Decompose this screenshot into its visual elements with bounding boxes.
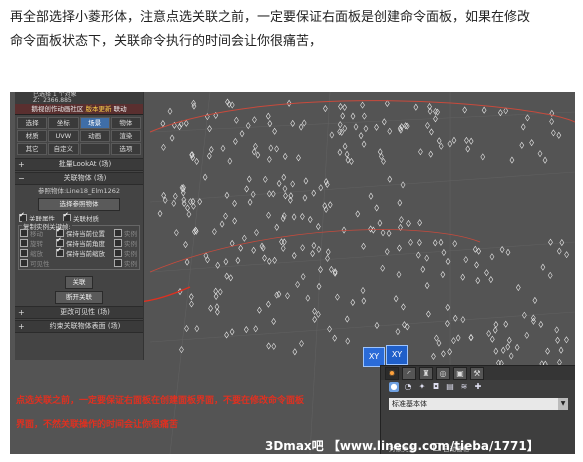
keep-angle-label: 保持当前角度	[66, 240, 105, 248]
keep-scale-checkbox[interactable]	[56, 246, 64, 257]
hierarchy-tab-icon[interactable]: ♜	[419, 366, 433, 380]
plus-icon: +	[18, 322, 25, 331]
tab-other[interactable]: 其它	[17, 143, 48, 155]
move-checkbox[interactable]	[20, 229, 28, 237]
instance-label-3: 实例	[124, 250, 137, 258]
tab-coords[interactable]: 坐标	[48, 117, 79, 129]
visibility-checkbox[interactable]	[20, 259, 28, 267]
scale-label: 缩放	[30, 250, 43, 258]
category-tabs: 选择 坐标 场景 物体 材质 UVW 动画 渲染 其它 自定义 选项	[15, 115, 143, 157]
tab-select[interactable]: 选择	[17, 117, 48, 129]
xy-plane-button[interactable]: XY	[363, 347, 385, 367]
rollout-link-objects[interactable]: − 关联物体 (场)	[15, 172, 143, 185]
key-row-rotate: 旋转 保持当前角度 实例	[20, 236, 138, 248]
reference-object-label: 参照物体:Line18_Elm1262	[37, 187, 121, 195]
geometry-type-select[interactable]: 标准基本体 ▼	[389, 398, 568, 410]
script-header: 鹅视创作动画社区 版本更新 联动	[15, 104, 143, 115]
script-header-highlight: 版本更新	[85, 105, 112, 113]
plus-icon: +	[18, 160, 25, 169]
xy-plane-button-2[interactable]: XY	[386, 345, 408, 365]
intro-line-2: 命令面板状态下，关联命令执行的时间会让你很痛苦，	[10, 34, 323, 49]
chevron-down-icon: ▼	[558, 398, 568, 410]
annotation-line-1: 点选关联之前，一定要保证右面板在创建面板界面，不要在修改命令面板	[16, 396, 305, 406]
geometry-icon[interactable]: ●	[389, 382, 399, 392]
motion-tab-icon[interactable]: ◎	[436, 366, 450, 380]
create-tab-icon[interactable]: ✹	[385, 366, 399, 380]
instance-checkbox-2[interactable]	[114, 239, 122, 247]
spacewarps-icon[interactable]: ≋	[459, 382, 469, 392]
rollout-lookat[interactable]: + 批量LookAt (场)	[15, 158, 143, 171]
tab-object[interactable]: 物体	[110, 117, 141, 129]
lights-icon[interactable]: ✦	[417, 382, 427, 392]
systems-icon[interactable]: ✚	[473, 382, 483, 392]
watermark: 3Dmax吧 【www.linecg.com/tieba/1771】	[265, 439, 539, 453]
geometry-type-value: 标准基本体	[392, 400, 427, 408]
instance-label-1: 实例	[124, 230, 137, 238]
minus-icon: −	[18, 174, 25, 183]
select-reference-button[interactable]: 选择参照物体	[38, 198, 120, 211]
rotate-checkbox[interactable]	[20, 239, 28, 247]
rollout-visibility-label: 更改可见性 (场)	[60, 308, 110, 316]
visibility-label: 可见性	[30, 260, 50, 268]
display-tab-icon[interactable]: ▣	[453, 366, 467, 380]
cameras-icon[interactable]: ◘	[431, 382, 441, 392]
rotate-label: 旋转	[30, 240, 43, 248]
rollout-visibility[interactable]: + 更改可见性 (场)	[15, 306, 143, 319]
tab-custom[interactable]: 自定义	[48, 143, 79, 155]
intro-text: 再全部选择小菱形体，注意点选关联之前，一定要保证右面板是创建命令面板，如果在修改…	[10, 6, 575, 54]
tab-animation[interactable]: 动画	[79, 130, 110, 142]
utility-panel: 已选择 1 个对象 Z：2366.885 鹅视创作动画社区 版本更新 联动 选择…	[15, 92, 144, 360]
status-area: 已选择 1 个对象 Z：2366.885	[15, 92, 143, 104]
tab-options[interactable]: 选项	[110, 143, 141, 155]
link-button[interactable]: 关联	[65, 276, 93, 289]
instance-checkbox-3[interactable]	[114, 249, 122, 257]
command-panel-tabs: ✹ ◜ ♜ ◎ ▣ ⚒	[381, 366, 575, 380]
intro-line-1: 再全部选择小菱形体，注意点选关联之前，一定要保证右面板是创建命令面板，如果在修改	[10, 10, 531, 25]
plus-icon: +	[18, 308, 25, 317]
script-header-suffix: 联动	[111, 105, 127, 113]
rollout-lookat-label: 批量LookAt (场)	[58, 160, 112, 168]
instance-label-4: 实例	[124, 260, 137, 268]
tab-blank[interactable]	[79, 143, 110, 155]
script-header-title: 鹅视创作动画社区	[31, 105, 86, 113]
tab-material[interactable]: 材质	[17, 130, 48, 142]
copy-keys-title: 复制实例关键帧:	[22, 221, 72, 231]
rollout-constrain-surface[interactable]: + 约束关联物体表面 (场)	[15, 320, 143, 333]
instance-checkbox-4[interactable]	[114, 259, 122, 267]
helpers-icon[interactable]: ▤	[445, 382, 455, 392]
modify-tab-icon[interactable]: ◜	[402, 366, 416, 380]
rollout-link-label: 关联物体 (场)	[63, 174, 107, 182]
rollout-constrain-label: 约束关联物体表面 (场)	[49, 322, 121, 330]
key-row-scale: 缩放 保持当前缩放 实例	[20, 246, 138, 258]
annotation-note: 点选关联之前，一定要保证右面板在创建面板界面，不要在修改命令面板 界面，不然关联…	[16, 389, 376, 437]
create-category-bar: ● ◔ ✦ ◘ ▤ ≋ ✚	[381, 380, 575, 394]
annotation-line-2: 界面，不然关联操作的时间会让你很痛苦	[16, 420, 179, 430]
tab-scene[interactable]: 场景	[79, 117, 110, 129]
instance-checkbox-1[interactable]	[114, 229, 122, 237]
shapes-icon[interactable]: ◔	[403, 382, 413, 392]
keep-scale-label: 保持当前缩放	[66, 250, 105, 258]
max-screenshot: 已选择 1 个对象 Z：2366.885 鹅视创作动画社区 版本更新 联动 选择…	[10, 92, 575, 454]
copy-keys-group: 复制实例关键帧: 移动 保持当前位置 实例 旋转 保持当前角度 实例 缩放 保持…	[18, 221, 140, 270]
link-mat-label: 关联材质	[73, 215, 99, 223]
instance-label-2: 实例	[124, 240, 137, 248]
tab-uvw[interactable]: UVW	[48, 130, 79, 142]
key-row-visibility: 可见性 实例	[20, 258, 138, 268]
scale-checkbox[interactable]	[20, 249, 28, 257]
utilities-tab-icon[interactable]: ⚒	[470, 366, 484, 380]
unlink-button[interactable]: 断开关联	[55, 291, 103, 304]
tab-render[interactable]: 渲染	[110, 130, 141, 142]
keep-pos-label: 保持当前位置	[66, 230, 105, 238]
